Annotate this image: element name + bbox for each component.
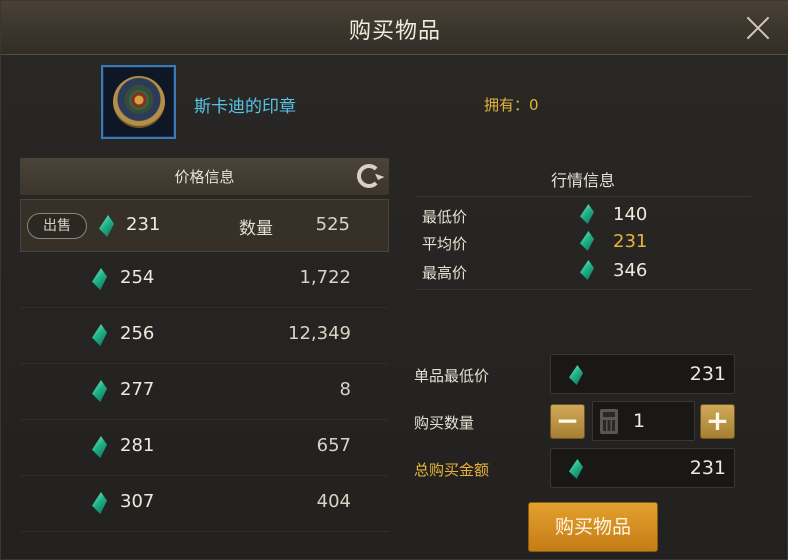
market-row-min: 最低价 140 (415, 202, 751, 230)
plus-icon: + (705, 404, 730, 437)
close-icon[interactable] (745, 15, 771, 41)
price-info-header: 价格信息 (20, 158, 389, 195)
price-row[interactable]: 281 657 (20, 420, 389, 476)
buy-button[interactable]: 购买物品 (528, 502, 658, 552)
price-row[interactable]: 277 8 (20, 364, 389, 420)
quantity-label: 购买数量 (414, 414, 475, 432)
price-row[interactable]: 出售 231 数量 525 (20, 199, 389, 252)
row-price: 277 (120, 379, 155, 400)
market-row-max: 最高价 346 (415, 258, 751, 286)
price-row[interactable]: 256 12,349 (20, 308, 389, 364)
gem-icon (92, 436, 107, 458)
unit-price-label: 单品最低价 (414, 367, 490, 385)
total-field: 231 (550, 448, 735, 488)
item-name: 斯卡迪的印章 (194, 97, 296, 117)
market-label: 平均价 (422, 235, 468, 253)
market-value: 346 (613, 260, 648, 281)
gem-icon (92, 324, 107, 346)
row-price: 231 (126, 214, 161, 235)
market-row-avg: 平均价 231 (415, 229, 751, 257)
gem-icon (92, 380, 107, 402)
divider (415, 196, 751, 197)
divider (415, 289, 751, 290)
row-quantity: 1,722 (299, 267, 351, 288)
unit-price-value: 231 (689, 363, 726, 385)
market-info-panel: 行情信息 最低价 140 平均价 231 最高价 346 (415, 158, 751, 291)
market-value: 231 (613, 231, 648, 252)
increase-button[interactable]: + (700, 404, 735, 439)
total-label: 总购买金额 (414, 461, 490, 479)
row-price: 256 (120, 323, 155, 344)
market-info-title: 行情信息 (550, 171, 615, 190)
seal-medal-icon (113, 76, 165, 128)
gem-icon (569, 365, 583, 385)
decrease-button[interactable]: − (550, 404, 585, 439)
unit-price-field: 231 (550, 354, 735, 394)
owned-count: 拥有：0 (484, 96, 539, 114)
gem-icon (99, 215, 114, 237)
quantity-value: 1 (633, 410, 646, 432)
row-quantity: 8 (339, 379, 351, 400)
row-price: 254 (120, 267, 155, 288)
price-row[interactable]: 254 1,722 (20, 252, 389, 308)
market-label: 最低价 (422, 208, 468, 226)
gem-icon (92, 492, 107, 514)
gem-icon (580, 204, 594, 224)
market-label: 最高价 (422, 264, 468, 282)
minus-icon: − (555, 404, 580, 437)
sell-button[interactable]: 出售 (27, 213, 87, 239)
market-value: 140 (613, 204, 648, 225)
price-row[interactable]: 307 404 (20, 476, 389, 532)
row-quantity: 525 (315, 214, 350, 235)
item-slot[interactable] (101, 65, 176, 139)
row-quantity: 404 (316, 491, 351, 512)
dialog-title: 购买物品 (348, 19, 441, 44)
dialog-titlebar: 购买物品 (1, 1, 788, 55)
gem-icon (580, 231, 594, 251)
price-list: 出售 231 数量 525 254 1,722 256 12,349 277 8… (20, 199, 389, 532)
row-price: 307 (120, 491, 155, 512)
price-info-title: 价格信息 (174, 168, 235, 186)
total-value: 231 (689, 457, 726, 479)
row-price: 281 (120, 435, 155, 456)
quantity-label: 数量 (239, 219, 273, 239)
row-quantity: 657 (316, 435, 351, 456)
buy-item-dialog: 购买物品 斯卡迪的印章 拥有：0 价格信息 出售 231 数量 525 254 … (0, 0, 788, 560)
gem-icon (569, 459, 583, 479)
gem-icon (92, 268, 107, 290)
quantity-input[interactable]: 1 (592, 401, 695, 441)
gem-icon (580, 260, 594, 280)
row-quantity: 12,349 (288, 323, 351, 344)
calculator-icon[interactable] (600, 409, 618, 434)
refresh-icon[interactable] (357, 164, 381, 188)
